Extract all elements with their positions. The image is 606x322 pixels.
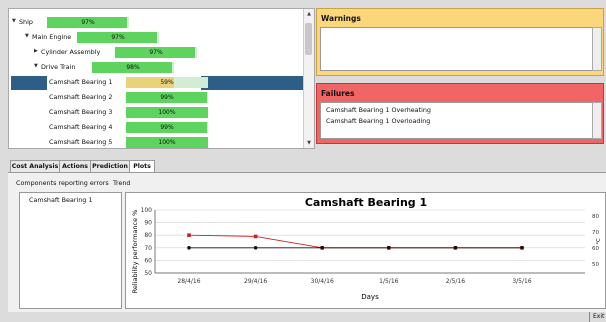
x-tick-label: 29/4/16 — [244, 278, 267, 285]
health-percent: 98% — [126, 64, 140, 71]
health-bar: 97% — [47, 17, 129, 28]
error-components-list: Camshaft Bearing 1 — [19, 192, 122, 309]
failures-list: Camshaft Bearing 1 Overheating Camshaft … — [320, 102, 594, 139]
failures-panel: Failures Camshaft Bearing 1 Overheating … — [316, 83, 604, 144]
tree-row[interactable]: Camshaft Bearing 1 59% — [47, 76, 208, 90]
tree-row-label: Cylinder Assembly — [41, 48, 101, 56]
data-point — [253, 234, 258, 239]
right-tick-label: 70 — [592, 230, 599, 236]
warnings-scrollbar[interactable] — [592, 27, 602, 71]
x-tick-label: 30/4/16 — [311, 278, 334, 285]
health-bar: 99% — [126, 122, 208, 133]
y-tick-label: 90 — [144, 220, 152, 227]
tree-row-label: Ship — [19, 18, 33, 26]
health-percent: 97% — [149, 49, 163, 56]
tree-row[interactable]: Camshaft Bearing 3 100% — [9, 106, 304, 120]
failure-item[interactable]: Camshaft Bearing 1 Overloading — [326, 117, 430, 125]
selection-highlight — [201, 76, 304, 90]
right-tick-label: 80 — [592, 214, 599, 220]
right-axis-label: °C — [596, 238, 602, 245]
health-bar: 97% — [115, 47, 197, 58]
tree-row[interactable]: Camshaft Bearing 5 100% — [9, 136, 304, 148]
data-point — [387, 246, 391, 250]
selection-highlight — [11, 76, 47, 90]
tree-row-label: Camshaft Bearing 1 — [49, 78, 113, 86]
failures-scrollbar[interactable] — [592, 102, 602, 139]
plots-pane: Components reporting errors Trend Camsha… — [8, 172, 606, 312]
scroll-down-icon[interactable]: ▼ — [305, 140, 313, 146]
exit-button[interactable]: Exit — [589, 312, 606, 322]
health-percent: 97% — [81, 19, 95, 26]
tree-scroll-thumb[interactable] — [305, 23, 312, 55]
components-header: Components reporting errors — [16, 179, 109, 187]
health-bar: 97% — [77, 32, 159, 43]
y-tick-label: 80 — [144, 232, 152, 239]
expand-right-icon[interactable]: ▶ — [34, 48, 38, 54]
y-axis-label: Reliability performance % — [131, 210, 139, 294]
x-axis-label: Days — [361, 293, 379, 301]
tree-row[interactable]: Camshaft Bearing 2 99% — [9, 91, 304, 105]
tree-row[interactable]: ▼ Main Engine 97% — [9, 31, 304, 45]
health-percent: 99% — [160, 94, 174, 101]
expand-down-icon[interactable]: ▼ — [25, 33, 29, 39]
warnings-title: Warnings — [321, 14, 361, 23]
chart-svg: Camshaft Bearing 1 50 60 70 80 90 100 28/4/16 29… — [131, 196, 602, 301]
expand-down-icon[interactable]: ▼ — [34, 63, 38, 69]
warnings-panel: Warnings — [316, 8, 604, 76]
tree-row-label: Camshaft Bearing 2 — [49, 93, 113, 101]
health-percent: 59% — [160, 79, 174, 86]
data-point — [187, 233, 191, 237]
failure-item[interactable]: Camshaft Bearing 1 Overheating — [326, 106, 431, 114]
data-point — [520, 246, 524, 250]
health-percent: 99% — [160, 124, 174, 131]
health-percent: 97% — [111, 34, 125, 41]
health-bar: 59% — [126, 77, 208, 88]
right-tick-label: 50 — [592, 262, 599, 268]
failures-title: Failures — [321, 89, 355, 98]
tree-row-label: Camshaft Bearing 5 — [49, 138, 113, 146]
expand-down-icon[interactable]: ▼ — [12, 18, 16, 24]
tree-row[interactable]: ▼ Ship 97% — [9, 16, 304, 30]
x-tick-label: 1/5/16 — [379, 278, 398, 285]
data-point — [320, 246, 324, 250]
tree-row-label: Main Engine — [32, 33, 72, 41]
trend-chart: Camshaft Bearing 1 50 60 70 80 90 100 28/4/16 29… — [125, 192, 606, 309]
data-point — [187, 246, 191, 250]
health-bar: 99% — [126, 92, 208, 103]
tree-row-label: Drive Train — [41, 63, 76, 71]
x-tick-label: 2/5/16 — [446, 278, 465, 285]
health-bar: 100% — [126, 107, 208, 118]
tree-row[interactable]: ▶ Cylinder Assembly 97% — [9, 46, 304, 60]
y-tick-label: 70 — [144, 245, 152, 252]
component-tree: ▼ Ship 97% ▼ Main Engine 97% ▶ Cylinder Assembl… — [8, 8, 315, 149]
health-bar: 100% — [126, 137, 208, 148]
health-percent: 100% — [158, 139, 176, 146]
tree-row[interactable]: Camshaft Bearing 4 99% — [9, 121, 304, 135]
y-tick-label: 60 — [144, 257, 152, 264]
warnings-list — [320, 27, 594, 71]
right-tick-label: 60 — [592, 246, 599, 252]
health-percent: 100% — [158, 109, 176, 116]
data-point — [253, 246, 258, 250]
data-point — [453, 246, 458, 250]
y-tick-label: 50 — [144, 270, 152, 277]
tree-row-label: Camshaft Bearing 4 — [49, 123, 113, 131]
tree-row-label: Camshaft Bearing 3 — [49, 108, 113, 116]
status-bar: Exit — [0, 312, 606, 322]
x-tick-label: 28/4/16 — [177, 278, 200, 285]
chart-title: Camshaft Bearing 1 — [305, 196, 427, 209]
list-item[interactable]: Camshaft Bearing 1 — [29, 196, 92, 204]
health-bar: 98% — [92, 62, 174, 73]
x-tick-label: 3/5/16 — [512, 278, 531, 285]
y-tick-label: 100 — [141, 207, 153, 214]
series-line — [188, 234, 522, 249]
scroll-up-icon[interactable]: ▲ — [305, 11, 313, 17]
tree-scrollbar[interactable]: ▲ ▼ — [303, 9, 314, 148]
trend-header: Trend — [113, 179, 131, 187]
tree-row[interactable]: ▼ Drive Train 98% — [9, 61, 304, 75]
